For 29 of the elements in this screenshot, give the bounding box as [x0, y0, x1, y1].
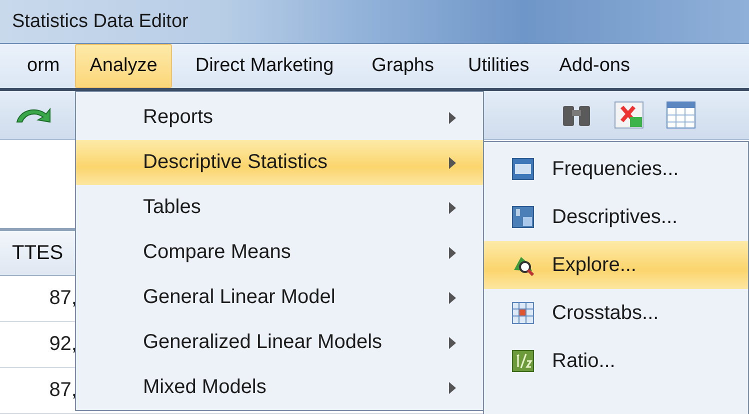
magnifier-icon [512, 254, 534, 276]
table-icon[interactable] [666, 101, 696, 129]
menu-item[interactable]: Compare Means [76, 230, 483, 275]
grid-icon [512, 302, 534, 324]
descriptives-icon [512, 206, 534, 228]
table-cell-text: 87, [48, 287, 77, 310]
menu-item[interactable]: Tables [76, 185, 483, 230]
menu-item[interactable]: General Linear Model [76, 275, 483, 320]
window-title: Statistics Data Editor [12, 10, 188, 32]
menu-item[interactable]: Crosstabs... [484, 289, 748, 337]
menu-item[interactable]: Mixed Models [76, 365, 483, 410]
menu-item[interactable]: Direct Marketing [180, 44, 349, 88]
menu-item[interactable]: Ratio... [484, 337, 748, 385]
menu-item[interactable]: Descriptive Statistics [76, 140, 483, 185]
table-cell-text: 92, [48, 333, 77, 356]
menu-item[interactable]: Utilities [452, 44, 544, 88]
menu-item[interactable]: Descriptives... [484, 193, 748, 241]
column-header[interactable]: TTES [12, 242, 74, 264]
menu-item[interactable]: Generalized Linear Models [76, 320, 483, 365]
ratio-icon [512, 350, 534, 372]
table-cell-text: 87, [48, 379, 77, 402]
menu-item[interactable]: Graphs [356, 44, 449, 88]
menu-item[interactable]: Frequencies... [484, 145, 748, 193]
menu-item[interactable]: Explore... [484, 241, 748, 289]
menu-item[interactable]: Add-ons [544, 44, 645, 88]
frequencies-icon [512, 158, 534, 180]
menu-item[interactable]: Analyze [74, 44, 172, 88]
case-grid-icon[interactable] [614, 101, 644, 129]
menu-item[interactable]: orm [12, 44, 75, 88]
